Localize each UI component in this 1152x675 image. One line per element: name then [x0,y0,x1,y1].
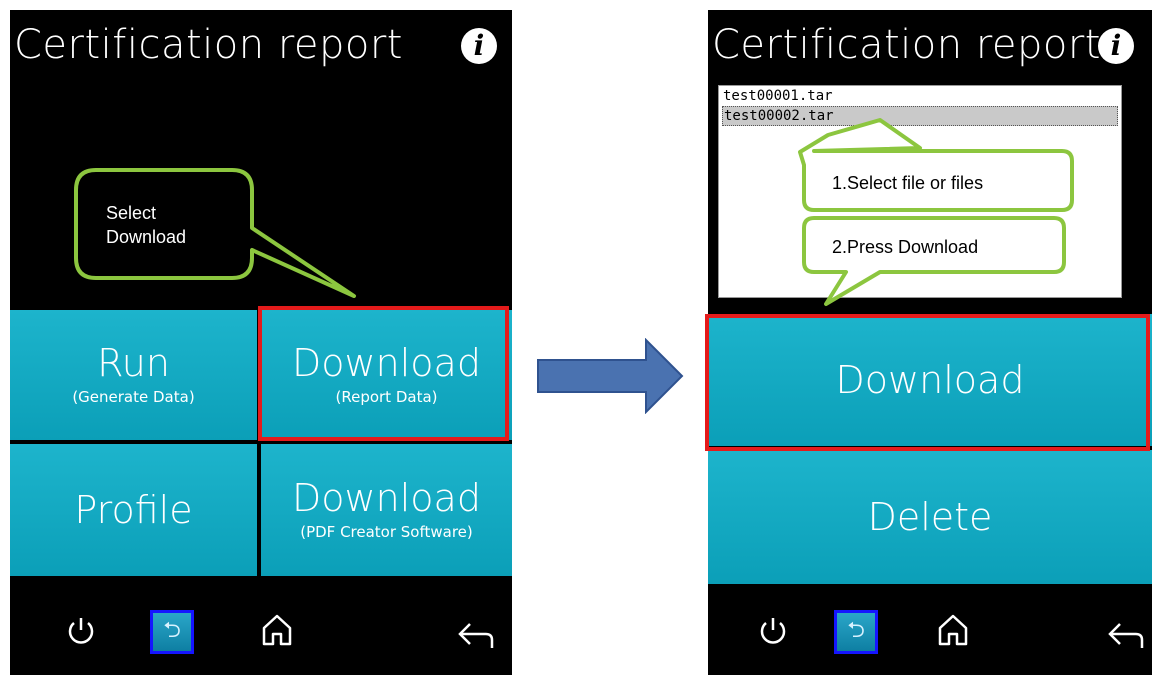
callout-right-shapes [798,118,1074,306]
callout-step2: 2.Press Download [832,237,979,257]
callout-step1: 1.Select file or files [832,173,984,193]
